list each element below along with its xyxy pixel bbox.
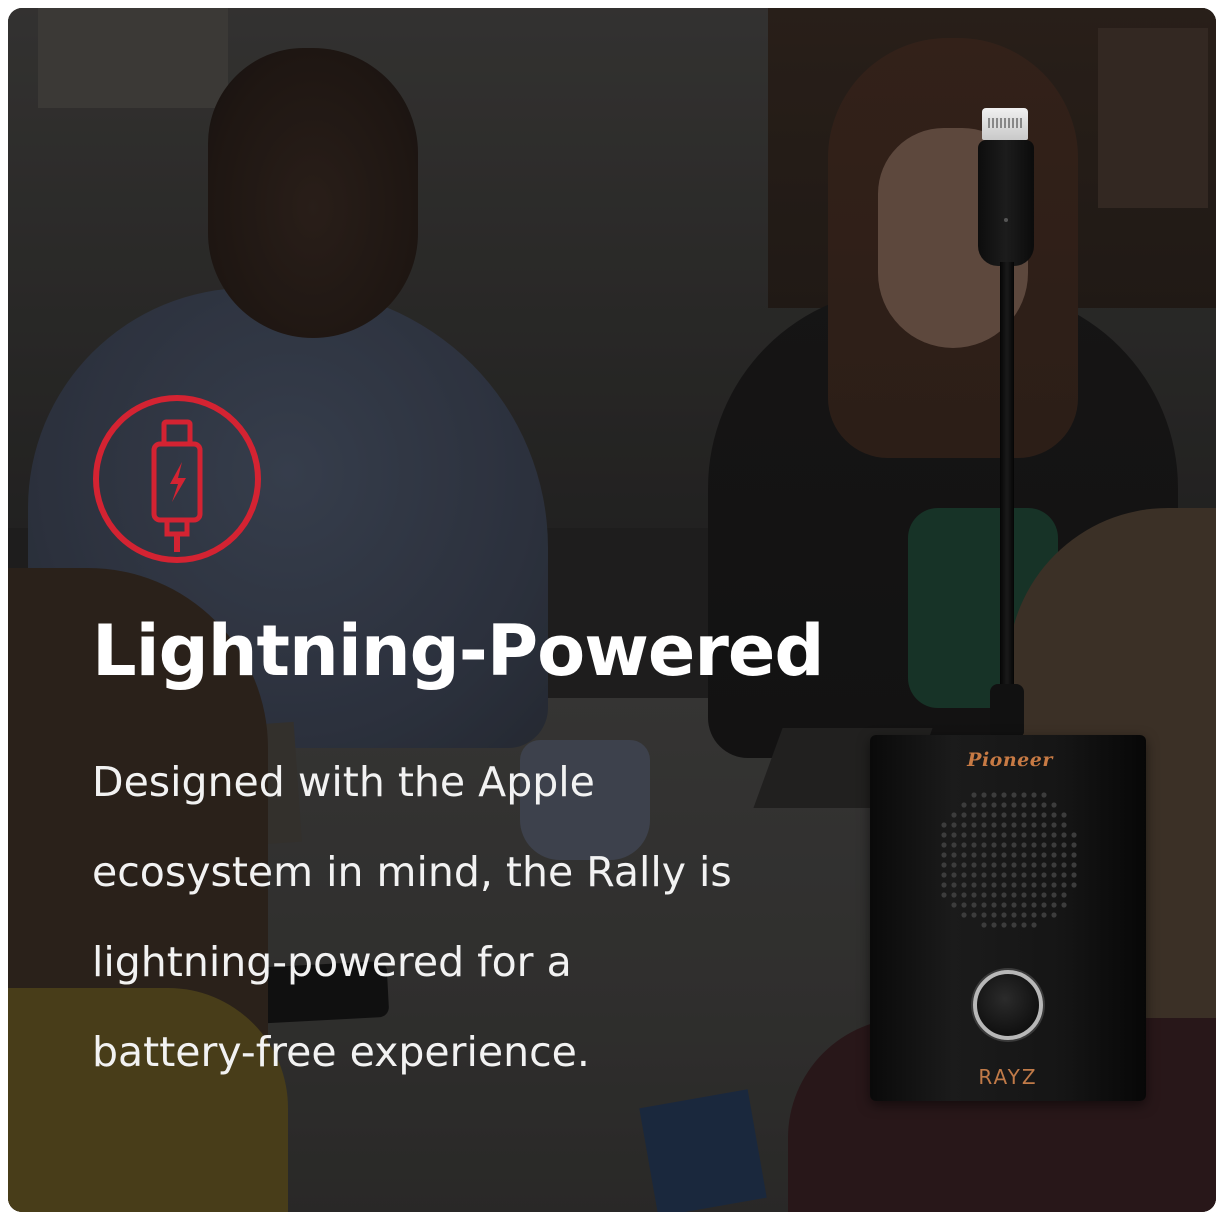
body-line: Designed with the Apple — [92, 758, 595, 806]
cable-strain-relief — [990, 684, 1024, 736]
model-label: RAYZ — [978, 1065, 1038, 1089]
speakerphone-device: Pioneer RAYZ — [870, 735, 1146, 1101]
device-button — [973, 970, 1043, 1040]
lightning-cable-icon — [93, 395, 261, 563]
connector-housing — [978, 140, 1034, 266]
body-line: ecosystem in mind, the Rally is — [92, 848, 732, 896]
speaker-grille — [941, 792, 1077, 928]
body-copy: Designed with the Apple ecosystem in min… — [92, 737, 852, 1097]
brand-logo: Pioneer — [967, 749, 1053, 771]
lightning-connector — [982, 108, 1028, 140]
headline: Lightning-Powered — [92, 610, 824, 692]
body-line: battery-free experience. — [92, 1028, 590, 1076]
cable — [1000, 262, 1014, 722]
body-line: lightning-powered for a — [92, 938, 572, 986]
